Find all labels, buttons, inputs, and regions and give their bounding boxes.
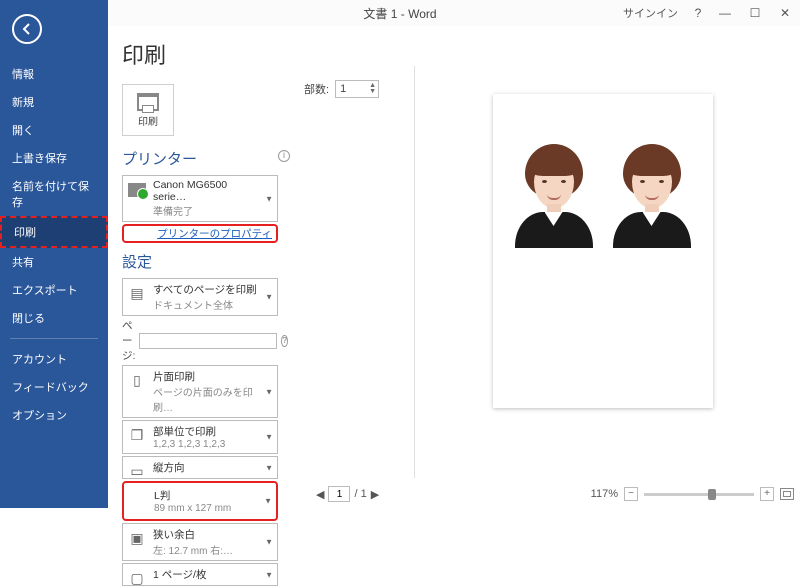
nav-options[interactable]: オプション (0, 401, 108, 429)
pages-row: ページ: ? (122, 318, 278, 363)
pages-input[interactable] (139, 333, 277, 349)
chevron-down-icon: ▼ (265, 194, 273, 203)
next-page-button[interactable]: ▶ (371, 488, 379, 501)
copies-row: 部数: 1 ▲▼ (304, 80, 379, 98)
print-preview (414, 66, 790, 478)
zoom-out-button[interactable]: − (624, 487, 638, 501)
scope-sub: ドキュメント全体 (153, 297, 261, 312)
nav-save[interactable]: 上書き保存 (0, 144, 108, 172)
document-icon: ▤ (127, 283, 147, 303)
info-icon[interactable]: i (278, 150, 290, 162)
nav-print[interactable]: 印刷 (0, 216, 108, 248)
maximize-button[interactable]: ☐ (740, 0, 770, 26)
nav-close[interactable]: 閉じる (0, 304, 108, 332)
nav-export[interactable]: エクスポート (0, 276, 108, 304)
id-photo-2 (609, 138, 695, 248)
orientation-combo[interactable]: ▭ 縦方向 ▼ (122, 456, 278, 479)
per-sheet-combo[interactable]: ▢ 1 ページ/枚 ▼ (122, 563, 278, 586)
zoom-thumb[interactable] (708, 489, 716, 500)
collate-icon: ❐ (127, 425, 147, 445)
nav-saveas[interactable]: 名前を付けて保存 (0, 172, 108, 216)
scope-title: すべてのページを印刷 (153, 282, 261, 297)
collate-title: 部単位で印刷 (153, 424, 261, 439)
sides-title: 片面印刷 (153, 369, 261, 384)
printer-status: 準備完了 (153, 203, 261, 218)
margins-icon: ▣ (127, 528, 147, 548)
nav-feedback[interactable]: フィードバック (0, 373, 108, 401)
close-button[interactable]: ✕ (770, 0, 800, 26)
chevron-down-icon: ▼ (265, 387, 273, 396)
chevron-down-icon: ▼ (265, 570, 273, 579)
chevron-down-icon: ▼ (265, 293, 273, 302)
copies-spinner[interactable]: 1 ▲▼ (335, 80, 379, 98)
zoom-percent: 117% (591, 488, 618, 500)
collate-sub: 1,2,3 1,2,3 1,2,3 (153, 439, 261, 450)
margins-sub: 左: 12.7 mm 右:… (153, 542, 261, 557)
scope-combo[interactable]: ▤ すべてのページを印刷 ドキュメント全体 ▼ (122, 278, 278, 316)
total-pages: / 1 (354, 488, 366, 500)
backstage-main: 印刷 印刷 部数: 1 ▲▼ プリンター i Canon MG6500 seri… (108, 26, 800, 508)
minimize-button[interactable]: — (710, 0, 740, 26)
printer-section-title: プリンター (122, 148, 278, 169)
paper-title: L判 (154, 488, 260, 503)
paper-size-combo[interactable]: L判 89 mm x 127 mm ▼ (122, 481, 278, 521)
per-sheet-icon: ▢ (127, 568, 147, 588)
nav-open[interactable]: 開く (0, 116, 108, 144)
copies-value: 1 (340, 83, 346, 95)
one-side-icon: ▯ (127, 370, 147, 390)
preview-status-bar: ◀ / 1 ▶ 117% − + (306, 484, 794, 504)
collate-combo[interactable]: ❐ 部単位で印刷 1,2,3 1,2,3 1,2,3 ▼ (122, 420, 278, 454)
print-button[interactable]: 印刷 (122, 84, 174, 136)
settings-column: プリンター i Canon MG6500 serie… 準備完了 ▼ プリンター… (122, 148, 278, 588)
window-buttons: ? — ☐ ✕ (686, 0, 800, 26)
pages-label: ページ: (122, 318, 135, 363)
printer-status-icon (127, 180, 147, 200)
margins-combo[interactable]: ▣ 狭い余白 左: 12.7 mm 右:… ▼ (122, 523, 278, 561)
backstage-sidebar: 情報 新規 開く 上書き保存 名前を付けて保存 印刷 共有 エクスポート 閉じる… (0, 0, 108, 508)
nav-account[interactable]: アカウント (0, 345, 108, 373)
portrait-icon: ▭ (127, 461, 147, 481)
preview-page (493, 94, 713, 408)
spinner-arrows-icon[interactable]: ▲▼ (369, 83, 376, 95)
title-bar: 文書 1 - Word サインイン ? — ☐ ✕ (0, 0, 800, 26)
signin-link[interactable]: サインイン (623, 5, 678, 21)
zoom-controls: 117% − + (591, 487, 794, 501)
paper-sub: 89 mm x 127 mm (154, 503, 260, 514)
nav-info[interactable]: 情報 (0, 60, 108, 88)
zoom-slider[interactable] (644, 493, 754, 496)
printer-properties-link[interactable]: プリンターのプロパティ (122, 224, 278, 243)
printer-name: Canon MG6500 serie… (153, 179, 261, 203)
settings-section-title: 設定 (122, 251, 278, 272)
id-photo-1 (511, 138, 597, 248)
current-page-input[interactable] (328, 486, 350, 502)
nav-separator (10, 338, 98, 339)
fit-to-window-button[interactable] (780, 488, 794, 500)
print-button-label: 印刷 (138, 113, 158, 128)
copies-label: 部数: (304, 81, 329, 97)
margins-title: 狭い余白 (153, 527, 261, 542)
sides-sub: ページの片面のみを印刷… (153, 384, 261, 414)
printer-combo[interactable]: Canon MG6500 serie… 準備完了 ▼ (122, 175, 278, 222)
nav-share[interactable]: 共有 (0, 248, 108, 276)
nav-new[interactable]: 新規 (0, 88, 108, 116)
back-arrow-icon (20, 22, 34, 36)
per-sheet-title: 1 ページ/枚 (153, 567, 261, 582)
settings-scrollbar[interactable] (280, 266, 290, 488)
back-button[interactable] (12, 14, 42, 44)
zoom-in-button[interactable]: + (760, 487, 774, 501)
help-button[interactable]: ? (686, 0, 710, 26)
chevron-down-icon: ▼ (264, 497, 272, 506)
page-nav: ◀ / 1 ▶ (316, 486, 379, 502)
orientation-title: 縦方向 (153, 460, 261, 475)
printer-icon (137, 93, 159, 111)
window-title: 文書 1 - Word (363, 5, 436, 22)
sides-combo[interactable]: ▯ 片面印刷 ページの片面のみを印刷… ▼ (122, 365, 278, 418)
chevron-down-icon: ▼ (265, 463, 273, 472)
prev-page-button[interactable]: ◀ (316, 488, 324, 501)
chevron-down-icon: ▼ (265, 538, 273, 547)
chevron-down-icon: ▼ (265, 433, 273, 442)
